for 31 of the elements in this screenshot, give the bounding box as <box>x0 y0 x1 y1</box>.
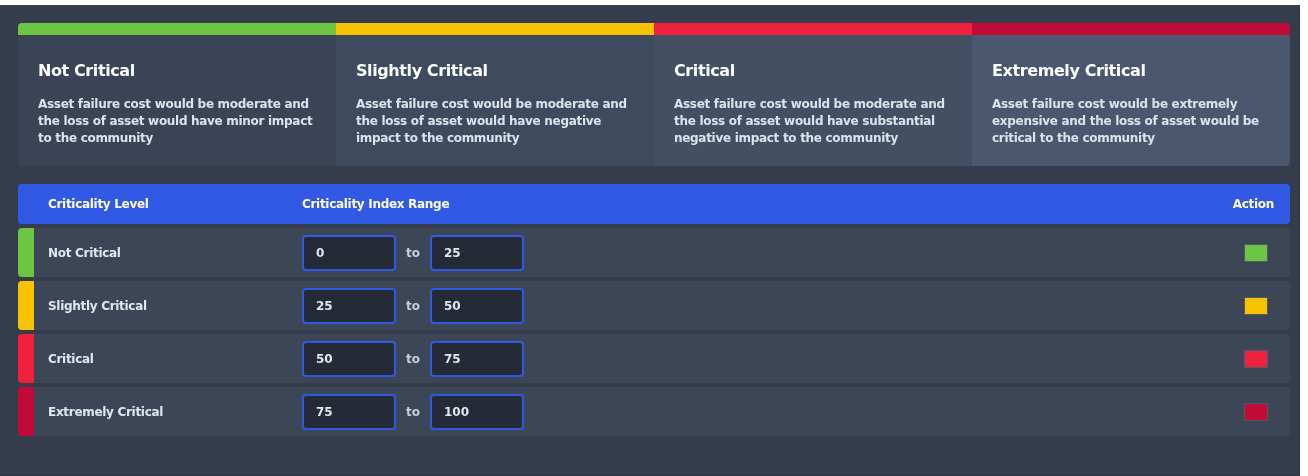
column-header: Action <box>1232 197 1274 211</box>
range-to-field[interactable]: 100 <box>430 393 524 430</box>
range-from-field[interactable]: 75 <box>302 393 396 430</box>
range-separator: to <box>406 404 420 419</box>
color-swatch[interactable] <box>1244 349 1268 368</box>
level-title: Critical <box>674 61 736 80</box>
level-title: Extremely Critical <box>992 61 1147 80</box>
range-from-field[interactable]: 25 <box>302 287 396 324</box>
level-description: Asset failure cost would be moderate and the loss of asset would have substantial negative impact to the community <box>674 96 946 147</box>
color-swatch[interactable] <box>1244 402 1268 421</box>
level-name: Slightly Critical <box>47 298 148 313</box>
range-to-field[interactable]: 25 <box>430 234 524 271</box>
level-description: Asset failure cost would be moderate and the loss of asset would have negative impact to the community <box>356 96 628 147</box>
level-title: Not Critical <box>38 61 136 80</box>
level-name: Not Critical <box>47 245 122 260</box>
level-description: Asset failure cost would be extremely expensive and the loss of asset would be critical to the community <box>992 96 1260 147</box>
column-header: Criticality Index Range <box>302 197 451 211</box>
level-title: Slightly Critical <box>356 61 489 80</box>
range-to-field[interactable]: 50 <box>430 287 524 324</box>
range-separator: to <box>406 298 420 313</box>
color-swatch[interactable] <box>1244 296 1268 315</box>
range-from-field[interactable]: 50 <box>302 340 396 377</box>
range-to-field[interactable]: 75 <box>430 340 524 377</box>
range-separator: to <box>406 351 420 366</box>
range-from-field[interactable]: 0 <box>302 234 396 271</box>
level-description: Asset failure cost would be moderate and the loss of asset would have minor impact to the community <box>38 96 314 147</box>
level-name: Critical <box>47 351 95 366</box>
color-swatch[interactable] <box>1244 243 1268 262</box>
level-name: Extremely Critical <box>47 404 165 419</box>
range-separator: to <box>406 245 420 260</box>
column-header: Criticality Level <box>48 197 150 211</box>
